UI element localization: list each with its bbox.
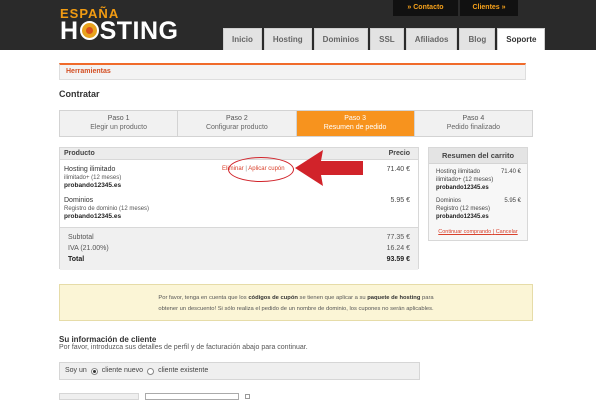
site-logo[interactable]: ESPAÑA H STING [60,6,190,44]
item-plan: ilimitado+ (12 meses) [64,175,122,181]
cart-summary: Resumen del carrito Hosting ilimitado il… [428,147,528,241]
annotation-arrow-icon [295,150,363,186]
page-title: Contratar [59,89,100,99]
client-info-title: Su información de cliente [59,335,157,344]
step-3: Paso 3 Resumen de pedido [296,111,415,136]
customer-type-selector: Soy un cliente nuevo cliente existente [59,362,420,380]
summary-item-plan: Registro (12 meses) [436,206,491,212]
notice-text: se tienen que aplicar a su [299,295,366,301]
step-subtitle: Elegir un producto [90,124,148,131]
step-1: Paso 1 Elegir un producto [60,111,179,136]
breadcrumb: Herramientas [59,63,526,80]
cart-totals: Subtotal 77.35 € IVA (21.00%) 16.24 € To… [60,227,418,270]
summary-link-separator: | [492,229,495,235]
site-header: ESPAÑA H STING » Contacto Clientes » Inic… [0,0,596,50]
tab-inicio[interactable]: Inicio [223,28,262,50]
step-title: Paso 3 [344,115,367,122]
client-info-subtitle: Por favor, introduzca sus detalles de pe… [59,344,308,351]
notice-text: para [422,295,434,301]
coupon-notice: Por favor, tenga en cuenta que los códig… [59,284,533,321]
annotation-circle [228,157,294,182]
subtotal-label: Subtotal [68,234,94,241]
step-title: Paso 1 [107,115,130,122]
summary-item: Hosting ilimitado ilimitado+ (12 meses) … [436,168,521,192]
item-name: Dominios [64,197,94,204]
cancel-link[interactable]: Cancelar [496,229,518,235]
tab-dominios[interactable]: Dominios [313,28,369,50]
logo-main-right: STING [99,17,179,45]
existing-client-label[interactable]: cliente existente [158,363,208,379]
subtotal-value: 77.35 € [386,234,410,241]
notice-text: Por favor, tenga en cuenta que los [158,295,247,301]
step-subtitle: Resumen de pedido [323,124,387,131]
step-title: Paso 4 [462,115,485,122]
total-line: Total 93.59 € [68,256,410,263]
form-row [59,393,533,400]
summary-links: Continuar comprando | Cancelar [429,229,527,235]
total-label: Total [68,256,85,263]
summary-item-price: 71.40 € [500,169,521,175]
item-domain: probando12345.es [64,182,122,189]
item-price: 71.40 € [386,166,410,173]
step-title: Paso 2 [225,115,248,122]
tax-value: 16.24 € [386,245,410,252]
contact-link[interactable]: » Contacto [393,0,458,16]
summary-item-plan: ilimitado+ (12 meses) [436,177,494,183]
step-4: Paso 4 Pedido finalizado [415,111,532,136]
item-plan: Registro de dominio (12 meses) [64,206,150,212]
orange-icon [79,21,99,41]
notice-line-2: obtener un descuento! Si sólo realiza el… [158,306,434,312]
logo-main-text: H STING [60,18,178,44]
customer-type-label: Soy un [65,367,87,374]
tab-hosting[interactable]: Hosting [263,28,312,50]
summary-item-domain: probando12345.es [436,185,489,191]
new-client-radio[interactable] [90,367,98,375]
summary-item: Dominios Registro (12 meses) probando123… [436,197,521,221]
item-price: 5.95 € [390,197,410,204]
step-subtitle: Configurar producto [205,124,268,131]
step-subtitle: Pedido finalizado [446,124,501,131]
existing-client-radio[interactable] [147,367,155,375]
step-2: Paso 2 Configurar producto [178,111,297,136]
continue-shopping-link[interactable]: Continuar comprando [438,229,491,235]
top-links: » Contacto Clientes » [393,0,518,16]
notice-bold: paquete de hosting [367,295,421,301]
tab-soporte[interactable]: Soporte [497,28,546,50]
clients-link[interactable]: Clientes » [460,0,518,16]
form-checkbox[interactable] [245,394,250,399]
subtotal-line: Subtotal 77.35 € [68,234,410,241]
tab-ssl[interactable]: SSL [370,28,404,50]
summary-title: Resumen del carrito [429,148,527,164]
tax-line: IVA (21.00%) 16.24 € [68,245,410,252]
tab-blog[interactable]: Blog [459,28,496,50]
column-header-product: Producto [64,150,95,157]
tab-afiliados[interactable]: Afiliados [405,28,458,50]
item-name: Hosting ilimitado [64,166,116,173]
new-client-label[interactable]: cliente nuevo [102,363,143,379]
total-value: 93.59 € [386,256,410,263]
summary-item-domain: probando12345.es [436,214,489,220]
column-header-price: Precio [388,150,410,157]
notice-line-1: Por favor, tenga en cuenta que los códig… [60,293,532,304]
cart-item: Dominios Registro de dominio (12 meses) … [60,197,418,225]
breadcrumb-link[interactable]: Herramientas [66,68,111,75]
main-nav: Inicio Hosting Dominios SSL Afiliados Bl… [223,28,546,50]
summary-item-price: 5.95 € [504,198,521,204]
form-field-label [59,393,139,400]
logo-main-left: H [60,17,79,45]
item-domain: probando12345.es [64,213,122,220]
notice-bold: códigos de cupón [248,295,298,301]
form-text-input[interactable] [145,393,239,400]
order-steps: Paso 1 Elegir un producto Paso 2 Configu… [59,110,533,137]
tax-label: IVA (21.00%) [68,245,109,252]
